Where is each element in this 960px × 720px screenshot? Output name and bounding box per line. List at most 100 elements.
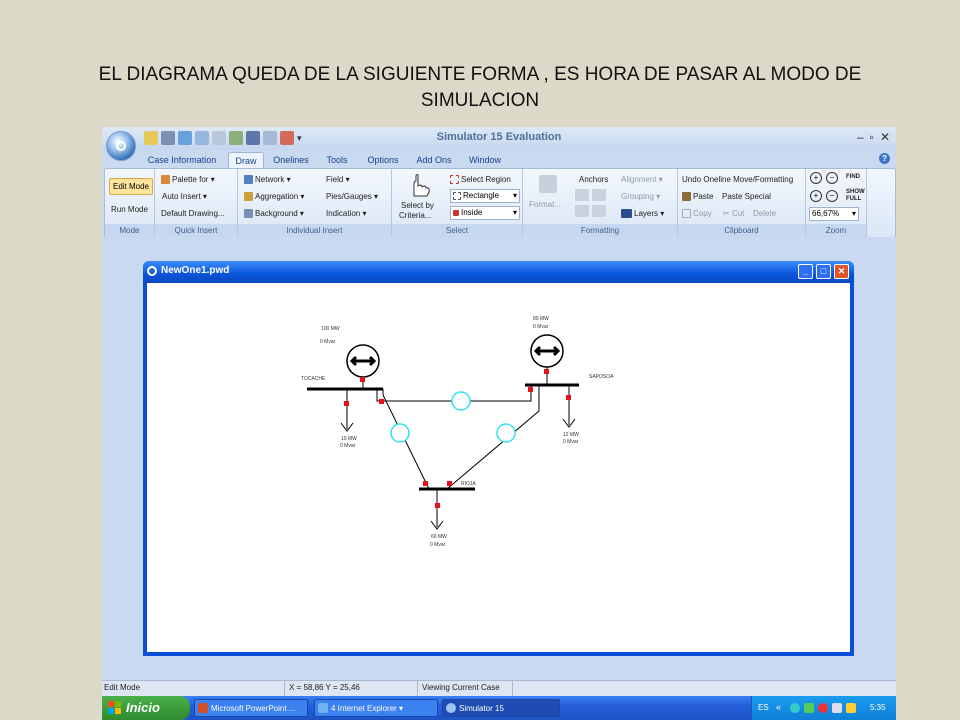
taskbar-item-label: Simulator 15 — [459, 704, 504, 713]
child-maximize-button[interactable]: □ — [816, 264, 831, 279]
close-button[interactable]: ✕ — [880, 130, 890, 144]
update-tray-icon[interactable] — [846, 703, 856, 713]
breaker[interactable] — [379, 399, 384, 404]
anchor-icon[interactable] — [575, 189, 589, 201]
shield-tray-icon[interactable] — [804, 703, 814, 713]
child-minimize-button[interactable]: _ — [798, 264, 813, 279]
tab-options[interactable]: Options — [363, 152, 403, 168]
breaker[interactable] — [423, 481, 428, 486]
delete-button[interactable]: Delete — [753, 208, 776, 219]
clock[interactable]: 5:35 — [870, 703, 886, 712]
application-orb-button[interactable] — [106, 131, 136, 161]
breaker[interactable] — [344, 401, 349, 406]
breaker[interactable] — [435, 503, 440, 508]
volume-tray-icon[interactable] — [832, 703, 842, 713]
network-tray-icon[interactable] — [790, 703, 800, 713]
tab-draw[interactable]: Draw — [228, 152, 264, 169]
network-button[interactable]: Network ▾ — [244, 174, 291, 185]
child-close-button[interactable]: ✕ — [834, 264, 849, 279]
language-indicator[interactable]: ES — [758, 703, 769, 712]
bus-tocache-label: TOCACHE — [301, 376, 326, 382]
breaker[interactable] — [566, 395, 571, 400]
tab-onelines[interactable]: Onelines — [270, 152, 312, 168]
taskbar-item-internet-explorer[interactable]: 4 Internet Explorer ▾ — [314, 699, 438, 717]
start-label: Inicio — [126, 700, 160, 715]
bus-rioja-label: RIOJA — [461, 481, 476, 487]
anchor-icon[interactable] — [592, 189, 606, 201]
zoom-out-area-icon[interactable]: − — [826, 172, 838, 184]
security-tray-icon[interactable] — [818, 703, 828, 713]
zoom-out-icon[interactable]: − — [826, 190, 838, 202]
tab-add-ons[interactable]: Add Ons — [412, 152, 456, 168]
rectangle-combo[interactable]: Rectangle ▾ — [450, 189, 520, 203]
paste-button[interactable]: Paste — [682, 191, 713, 202]
layers-icon — [621, 209, 632, 219]
breaker[interactable] — [544, 369, 549, 374]
alignment-button[interactable]: Alignment ▾ — [621, 174, 663, 185]
undo-button[interactable]: Undo Oneline Move/Formatting — [682, 174, 793, 185]
background-button[interactable]: Background ▾ — [244, 208, 304, 219]
tab-window[interactable]: Window — [464, 152, 506, 168]
status-case: Viewing Current Case — [422, 683, 500, 692]
simulator-app-window: ▾ Simulator 15 Evaluation – ▫ ✕ Case Inf… — [102, 127, 896, 720]
zoom-in-icon[interactable]: + — [810, 190, 822, 202]
zoom-level-combo[interactable]: 66,67% ▾ — [809, 207, 859, 221]
inside-combo[interactable]: Inside ▾ — [450, 206, 520, 220]
palette-for-button[interactable]: Palette for ▾ — [161, 174, 215, 185]
anchors-button[interactable]: Anchors — [579, 174, 608, 185]
tab-case-information[interactable]: Case Information — [142, 152, 222, 168]
tab-tools[interactable]: Tools — [320, 152, 354, 168]
breaker[interactable] — [360, 377, 365, 382]
criteria-label: Criteria... — [399, 211, 432, 220]
format-button[interactable]: Format... — [527, 173, 567, 217]
status-separator — [284, 681, 285, 696]
oneline-canvas[interactable]: 100 MW 0 Mvar 80 MW 0 Mvar TOCACHE SAPOS… — [147, 283, 850, 652]
group-individual-insert: Network ▾ Aggregation ▾ Background ▾ Fie… — [238, 169, 392, 237]
select-region-label: Select Region — [461, 175, 511, 184]
zoom-in-area-icon[interactable]: + — [810, 172, 822, 184]
minimize-button[interactable]: – — [857, 130, 864, 144]
anchor-icon[interactable] — [592, 205, 606, 217]
group-formatting: Format... Anchors Alignment ▾ Grouping ▾… — [523, 169, 678, 237]
cut-button[interactable]: ✂ Cut — [723, 208, 744, 219]
indication-button[interactable]: Indication ▾ — [326, 208, 367, 219]
layers-button[interactable]: Layers ▾ — [621, 208, 664, 219]
pies-gauges-button[interactable]: Pies/Gauges ▾ — [326, 191, 378, 202]
find-button[interactable]: FIND — [846, 174, 860, 181]
load-right-mw-label: 12 MW — [563, 432, 579, 438]
paste-icon — [682, 192, 691, 202]
group-label-mode: Mode — [105, 224, 154, 237]
select-region-button[interactable]: Select Region — [450, 174, 511, 185]
copy-button[interactable]: Copy — [682, 208, 712, 219]
select-by-criteria-button[interactable]: Select by Criteria... — [396, 172, 442, 222]
grouping-label: Grouping — [621, 192, 654, 201]
layers-label: Layers — [634, 209, 659, 218]
aggregation-icon — [244, 192, 253, 202]
child-titlebar[interactable]: NewOne1.pwd _ □ ✕ — [143, 261, 854, 283]
group-quick-insert: Palette for ▾ Auto Insert ▾ Default Draw… — [155, 169, 238, 237]
help-icon[interactable]: ? — [879, 153, 890, 164]
grouping-button[interactable]: Grouping ▾ — [621, 191, 660, 202]
tray-expand-icon[interactable]: « — [776, 702, 781, 712]
start-button[interactable]: Inicio — [102, 696, 190, 720]
field-button[interactable]: Field ▾ — [326, 174, 350, 185]
group-label-quick-insert: Quick Insert — [155, 224, 237, 237]
flow-gauge[interactable] — [496, 423, 516, 443]
cut-icon: ✂ — [723, 209, 730, 218]
run-mode-button[interactable]: Run Mode — [111, 204, 148, 215]
show-full-button[interactable]: SHOW FULL — [846, 189, 865, 203]
default-drawing-button[interactable]: Default Drawing... — [161, 208, 225, 219]
auto-insert-button[interactable]: Auto Insert ▾ — [162, 191, 207, 202]
anchor-icon[interactable] — [575, 205, 589, 217]
flow-gauge[interactable] — [390, 423, 410, 443]
edit-mode-button[interactable]: Edit Mode — [109, 178, 153, 195]
group-label-formatting: Formatting — [523, 224, 677, 237]
aggregation-button[interactable]: Aggregation ▾ — [244, 191, 304, 202]
paste-special-button[interactable]: Paste Special — [722, 191, 771, 202]
taskbar-item-powerpoint[interactable]: Microsoft PowerPoint ... — [194, 699, 308, 717]
taskbar-item-simulator[interactable]: Simulator 15 — [442, 699, 560, 717]
breaker[interactable] — [447, 481, 452, 486]
restore-button[interactable]: ▫ — [870, 130, 874, 144]
breaker[interactable] — [528, 387, 533, 392]
flow-gauge[interactable] — [451, 391, 471, 411]
